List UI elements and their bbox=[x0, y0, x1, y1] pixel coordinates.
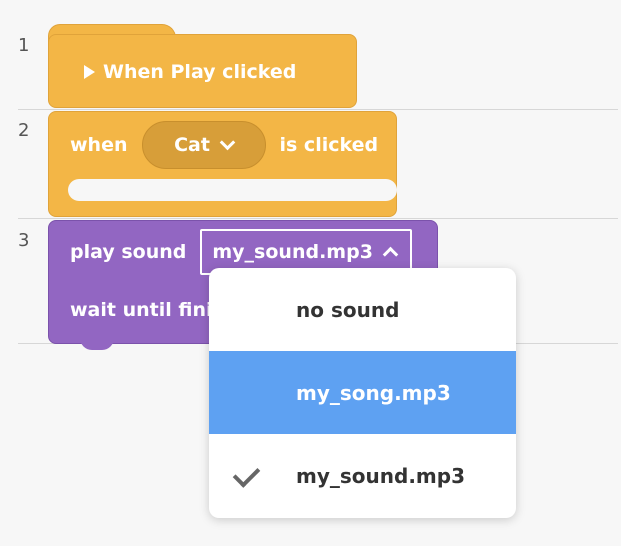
code-canvas[interactable]: 1 2 3 When Play clicked when Cat is clic… bbox=[0, 0, 621, 546]
line-number-3: 3 bbox=[18, 230, 30, 251]
when-sprite-clicked-row: when Cat is clicked bbox=[70, 120, 378, 170]
chevron-down-icon bbox=[219, 134, 236, 151]
wait-until-finished-label: wait until fini bbox=[70, 299, 213, 321]
when-play-clicked-label: When Play clicked bbox=[84, 61, 296, 83]
menu-item-my-sound[interactable]: my_sound.mp3 bbox=[209, 434, 516, 517]
sprite-dropdown[interactable]: Cat bbox=[141, 121, 266, 169]
menu-item-no-sound[interactable]: no sound bbox=[209, 268, 516, 351]
block-bottom-notch bbox=[80, 338, 114, 350]
hat-block-text: When Play clicked bbox=[103, 61, 297, 83]
row-divider bbox=[18, 218, 618, 219]
row-divider bbox=[18, 109, 618, 110]
checkmark-icon bbox=[232, 460, 261, 488]
menu-item-label: no sound bbox=[296, 297, 400, 322]
is-clicked-label: is clicked bbox=[279, 134, 379, 156]
block-body-slot[interactable] bbox=[68, 179, 397, 201]
sound-dropdown-value: my_sound.mp3 bbox=[212, 241, 373, 263]
menu-item-my-song[interactable]: my_song.mp3 bbox=[209, 351, 516, 434]
chevron-up-icon bbox=[382, 246, 399, 263]
play-sound-label: play sound bbox=[70, 241, 187, 263]
play-icon bbox=[84, 65, 95, 79]
when-label: when bbox=[70, 134, 128, 156]
menu-item-label: my_song.mp3 bbox=[296, 380, 451, 405]
sound-dropdown-menu: no sound my_song.mp3 my_sound.mp3 bbox=[209, 268, 516, 518]
line-number-1: 1 bbox=[18, 35, 30, 56]
sprite-dropdown-value: Cat bbox=[174, 134, 210, 156]
line-number-2: 2 bbox=[18, 120, 30, 141]
menu-item-label: my_sound.mp3 bbox=[296, 463, 465, 488]
